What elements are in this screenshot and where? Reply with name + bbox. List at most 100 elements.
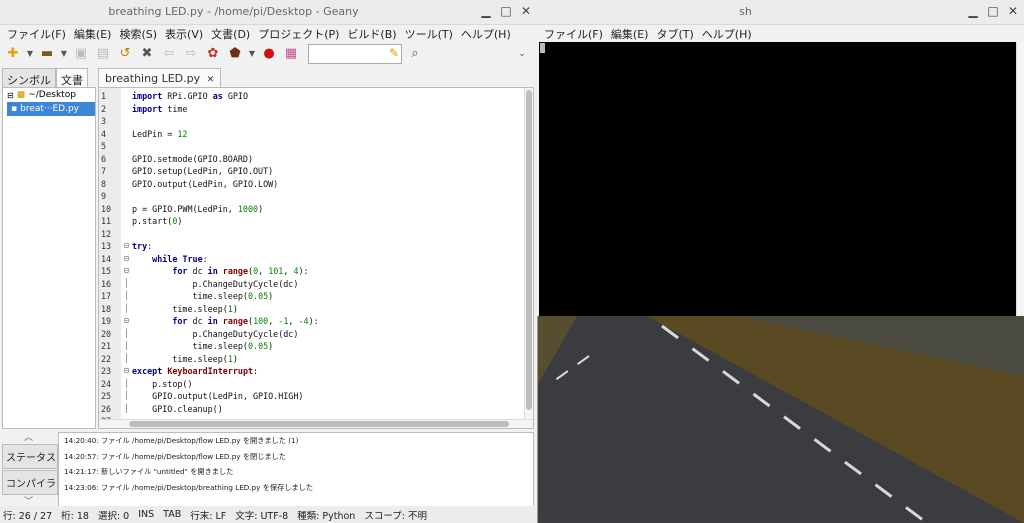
tab-status[interactable]: ステータス	[2, 444, 58, 469]
geany-titlebar[interactable]: breathing LED.py - /home/pi/Desktop - Ge…	[0, 0, 537, 25]
menu-help[interactable]: ヘルプ(H)	[699, 24, 755, 42]
message-tabs: ︿ ステータス コンパイラ ﹀	[0, 430, 58, 510]
chevron-down-icon[interactable]: ⌄	[513, 45, 531, 63]
close-file-icon[interactable]: ✖	[138, 45, 156, 63]
back-arrow-icon[interactable]: ⇦	[160, 45, 178, 63]
line-number: 4	[101, 128, 107, 139]
code-line: 9	[99, 190, 533, 203]
save-icon[interactable]: ▣	[72, 45, 90, 63]
close-icon[interactable]: ✕	[519, 3, 533, 19]
editor-tab-label: breathing LED.py	[105, 72, 201, 85]
minimize-icon[interactable]: ▁	[479, 3, 493, 19]
desktop-wallpaper	[537, 316, 1024, 523]
code-text: p = GPIO.PWM(LedPin, 1000)	[132, 203, 264, 214]
code-text: time.sleep(0.05)	[132, 291, 274, 301]
compile-icon[interactable]: ✿	[204, 45, 222, 63]
menu-edit[interactable]: 編集(E)	[71, 24, 115, 42]
fold-marker-icon: │	[124, 278, 129, 288]
revert-icon[interactable]: ↺	[116, 45, 134, 63]
code-line: 13 ⊟ try:	[99, 240, 533, 253]
menu-search[interactable]: 検索(S)	[116, 24, 160, 42]
search-input[interactable]: ✎	[308, 44, 402, 64]
geany-toolbar: ✚ ▼ ▬ ▼ ▣ ▤ ↺ ✖ ⇦ ⇨ ✿ ⬟ ▼ ● ▦ ✎ ⌕ ⌄	[0, 42, 537, 66]
fold-marker-icon[interactable]: ⊟	[124, 253, 132, 266]
code-text: for dc in range(0, 101, 4):	[172, 266, 309, 276]
new-file-icon[interactable]: ✚	[4, 45, 22, 63]
open-folder-icon[interactable]: ▬	[38, 45, 56, 63]
message-line: 14:20:40: ファイル /home/pi/Desktop/flow LED…	[64, 436, 299, 445]
code-text: GPIO.cleanup()	[132, 403, 223, 414]
scroll-up-icon[interactable]: ︿	[24, 430, 33, 443]
line-number: 7	[101, 166, 107, 176]
fold-marker-icon[interactable]: ⊟	[124, 240, 132, 253]
code-line: 14 ⊟ while True:	[99, 253, 533, 266]
menu-view[interactable]: 表示(V)	[162, 24, 206, 42]
code-text: except KeyboardInterrupt:	[132, 366, 259, 376]
tab-compiler[interactable]: コンパイラ	[2, 470, 58, 495]
code-line: 24 │ p.stop()	[99, 378, 533, 391]
save-all-icon[interactable]: ▤	[94, 45, 112, 63]
menu-help[interactable]: ヘルプ(H)	[458, 24, 514, 42]
fold-marker-icon[interactable]: ⊟	[124, 265, 132, 278]
collapse-icon[interactable]: ⊟	[7, 91, 14, 100]
tree-file-breathing[interactable]: ▪ breat···ED.py	[7, 102, 95, 116]
code-text: p.ChangeDutyCycle(dc)	[132, 278, 299, 289]
terminal-cursor	[540, 43, 545, 53]
status-scope: スコープ: 不明	[364, 510, 427, 522]
maximize-icon[interactable]: □	[986, 3, 1000, 19]
menu-project[interactable]: プロジェクト(P)	[255, 24, 342, 42]
code-text: GPIO.output(LedPin, GPIO.HIGH)	[132, 391, 304, 401]
code-text: import time	[132, 103, 188, 114]
line-number: 3	[101, 116, 107, 126]
fold-marker-icon[interactable]: ⊟	[124, 365, 132, 378]
chevron-down-icon[interactable]: ▼	[60, 45, 68, 63]
menu-build[interactable]: ビルド(B)	[344, 24, 399, 42]
build-icon[interactable]: ⬟	[226, 45, 244, 63]
menu-tabs[interactable]: タブ(T)	[653, 24, 696, 42]
menu-document[interactable]: 文書(D)	[208, 24, 253, 42]
color-chooser-icon[interactable]: ▦	[282, 45, 300, 63]
search-icon[interactable]: ⌕	[406, 45, 424, 63]
vertical-scrollbar[interactable]	[524, 88, 533, 428]
minimize-icon[interactable]: ▁	[966, 3, 980, 19]
horizontal-scrollbar[interactable]	[99, 419, 533, 428]
tree-file-label: breat···ED.py	[20, 104, 80, 114]
close-icon[interactable]: ✕	[1006, 3, 1020, 19]
line-number: 1	[101, 91, 107, 101]
terminal-menubar: ファイル(F) 編集(E) タブ(T) ヘルプ(H)	[537, 24, 1024, 42]
editor-tab[interactable]: breathing LED.py ✕	[98, 68, 222, 88]
code-line: 21 │ time.sleep(0.05)	[99, 340, 533, 353]
tree-folder-desktop[interactable]: ⊟ ■ ~/Desktop	[3, 88, 95, 102]
code-text: while True:	[152, 253, 208, 264]
line-number: 20	[101, 328, 112, 339]
clear-icon[interactable]: ✎	[389, 46, 399, 60]
chevron-down-icon[interactable]: ▼	[248, 45, 256, 63]
terminal-screen[interactable]	[539, 42, 1017, 316]
chevron-down-icon[interactable]: ▼	[26, 45, 34, 63]
road-wallpaper-image	[537, 316, 1024, 523]
menu-edit[interactable]: 編集(E)	[608, 24, 652, 42]
code-editor[interactable]: 1 import RPi.GPIO as GPIO 2 import time 3 4 Le…	[98, 87, 534, 429]
message-line: 14:20:57: ファイル /home/pi/Desktop/flow LED…	[64, 451, 286, 461]
close-tab-icon[interactable]: ✕	[207, 75, 215, 85]
terminal-scrollbar[interactable]	[1016, 42, 1024, 316]
fold-marker-icon: │	[124, 303, 129, 313]
code-text: try:	[132, 241, 153, 251]
code-text: for dc in range(100, -1, -4):	[172, 316, 319, 326]
maximize-icon[interactable]: □	[499, 3, 513, 19]
fold-marker-icon: │	[124, 328, 129, 338]
status-bar: 行: 26 / 27 桁: 18 選択: 0 INS TAB 行末: LF 文字…	[0, 506, 537, 523]
menu-file[interactable]: ファイル(F)	[541, 24, 606, 42]
code-text: p.start(0)	[132, 216, 183, 226]
line-number: 6	[101, 153, 107, 164]
fold-marker-icon[interactable]: ⊟	[124, 315, 132, 328]
line-number: 15	[101, 266, 112, 276]
status-encoding: 文字: UTF-8	[235, 510, 289, 522]
terminal-titlebar[interactable]: sh ▁ □ ✕	[537, 0, 1024, 25]
forward-arrow-icon[interactable]: ⇨	[182, 45, 200, 63]
code-text: p.ChangeDutyCycle(dc)	[132, 328, 299, 339]
menu-tools[interactable]: ツール(T)	[402, 24, 456, 42]
execute-icon[interactable]: ●	[260, 45, 278, 63]
line-number: 10	[101, 203, 112, 214]
menu-file[interactable]: ファイル(F)	[4, 24, 69, 42]
